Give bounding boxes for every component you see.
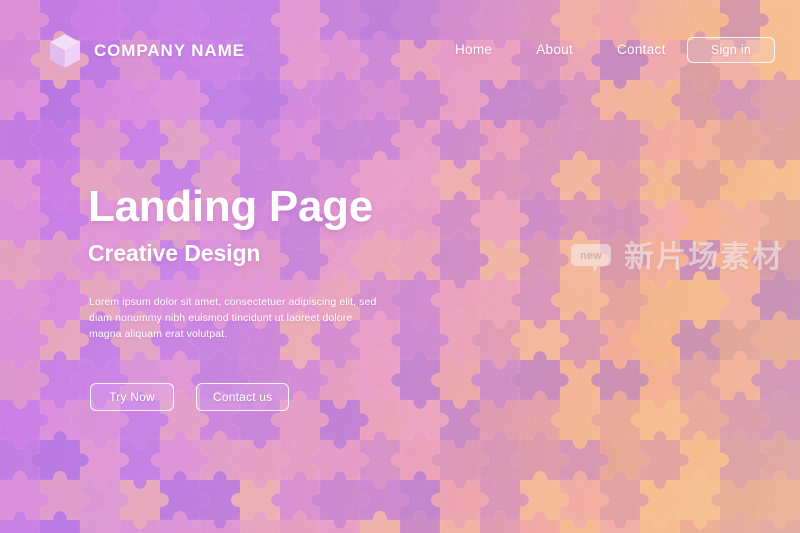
hero-description: Lorem ipsum dolor sit amet, consectetuer… (89, 296, 377, 340)
sign-in-label: Sign in (710, 43, 752, 57)
cta-button-group: Try Now Contact us (90, 383, 290, 411)
nav-item-home[interactable]: Home (455, 42, 492, 57)
stock-photo-watermark: new 新片场素材 (571, 242, 784, 274)
try-now-button[interactable]: Try Now (90, 383, 174, 411)
hero-section: Landing Page Creative Design Lorem ipsum… (88, 182, 518, 342)
watermark-text: 新片场素材 (624, 241, 784, 274)
try-now-label: Try Now (109, 390, 155, 404)
cube-icon (50, 34, 80, 68)
watermark-badge-label: new (580, 250, 602, 262)
brand-name: COMPANY NAME (94, 41, 245, 60)
nav-item-about[interactable]: About (536, 42, 573, 57)
sign-in-button[interactable]: Sign in (687, 37, 775, 63)
site-header: COMPANY NAME Home About Contact Sign in (0, 0, 800, 92)
brand-logo[interactable]: COMPANY NAME (48, 33, 245, 69)
contact-us-button[interactable]: Contact us (196, 383, 290, 411)
nav-item-contact[interactable]: Contact (617, 42, 666, 57)
contact-us-label: Contact us (213, 390, 273, 404)
page-content: COMPANY NAME Home About Contact Sign in … (0, 0, 800, 533)
page-subtitle: Creative Design (88, 240, 261, 266)
main-navigation: Home About Contact (455, 42, 666, 57)
speech-bubble-icon: new (571, 242, 615, 274)
landing-page: COMPANY NAME Home About Contact Sign in … (0, 0, 800, 533)
page-title: Landing Page (88, 182, 373, 231)
